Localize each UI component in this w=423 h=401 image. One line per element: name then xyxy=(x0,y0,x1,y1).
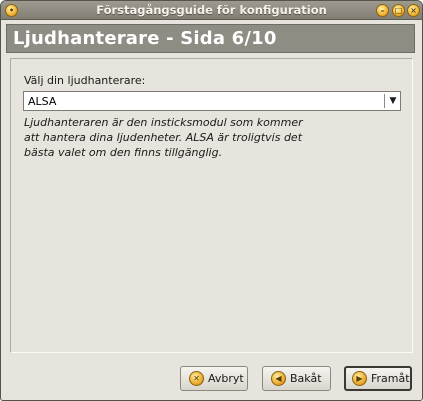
sound-manager-label: Välj din ljudhanterare: xyxy=(24,74,146,87)
close-icon[interactable]: × xyxy=(407,4,420,17)
combo-separator xyxy=(384,94,385,108)
arrow-right-icon: ▶ xyxy=(352,371,367,386)
page-title: Ljudhanterare - Sida 6/10 xyxy=(13,28,277,49)
title-bar[interactable]: • Förstagångsguide för konfiguration – □… xyxy=(1,1,422,20)
cancel-icon: ✕ xyxy=(189,371,204,386)
back-button[interactable]: ◀ Bakåt xyxy=(262,366,331,391)
arrow-left-icon: ◀ xyxy=(271,371,286,386)
description-line: Ljudhanteraren är den insticksmodul som … xyxy=(24,116,303,129)
cancel-button-label: Avbryt xyxy=(208,372,244,385)
wizard-window: • Förstagångsguide för konfiguration – □… xyxy=(0,0,423,401)
sound-manager-description: Ljudhanteraren är den insticksmodul som … xyxy=(24,115,404,160)
description-line: bästa valet om den finns tillgänglig. xyxy=(24,146,223,159)
next-button-label: Framåt xyxy=(371,372,410,385)
window-title: Förstagångsguide för konfiguration xyxy=(96,3,327,17)
page-header: Ljudhanterare - Sida 6/10 xyxy=(6,24,415,53)
description-line: att hantera dina ljudenheter. ALSA är tr… xyxy=(24,131,303,144)
next-button[interactable]: ▶ Framåt xyxy=(344,366,412,391)
sound-manager-selected-value: ALSA xyxy=(28,95,57,108)
chevron-down-icon[interactable]: ▼ xyxy=(386,93,400,109)
maximize-icon[interactable]: □ xyxy=(392,4,405,17)
minimize-icon[interactable]: – xyxy=(376,4,389,17)
back-button-label: Bakåt xyxy=(290,372,322,385)
sound-manager-select[interactable]: ALSA ▼ xyxy=(23,91,401,111)
cancel-button[interactable]: ✕ Avbryt xyxy=(180,366,248,391)
